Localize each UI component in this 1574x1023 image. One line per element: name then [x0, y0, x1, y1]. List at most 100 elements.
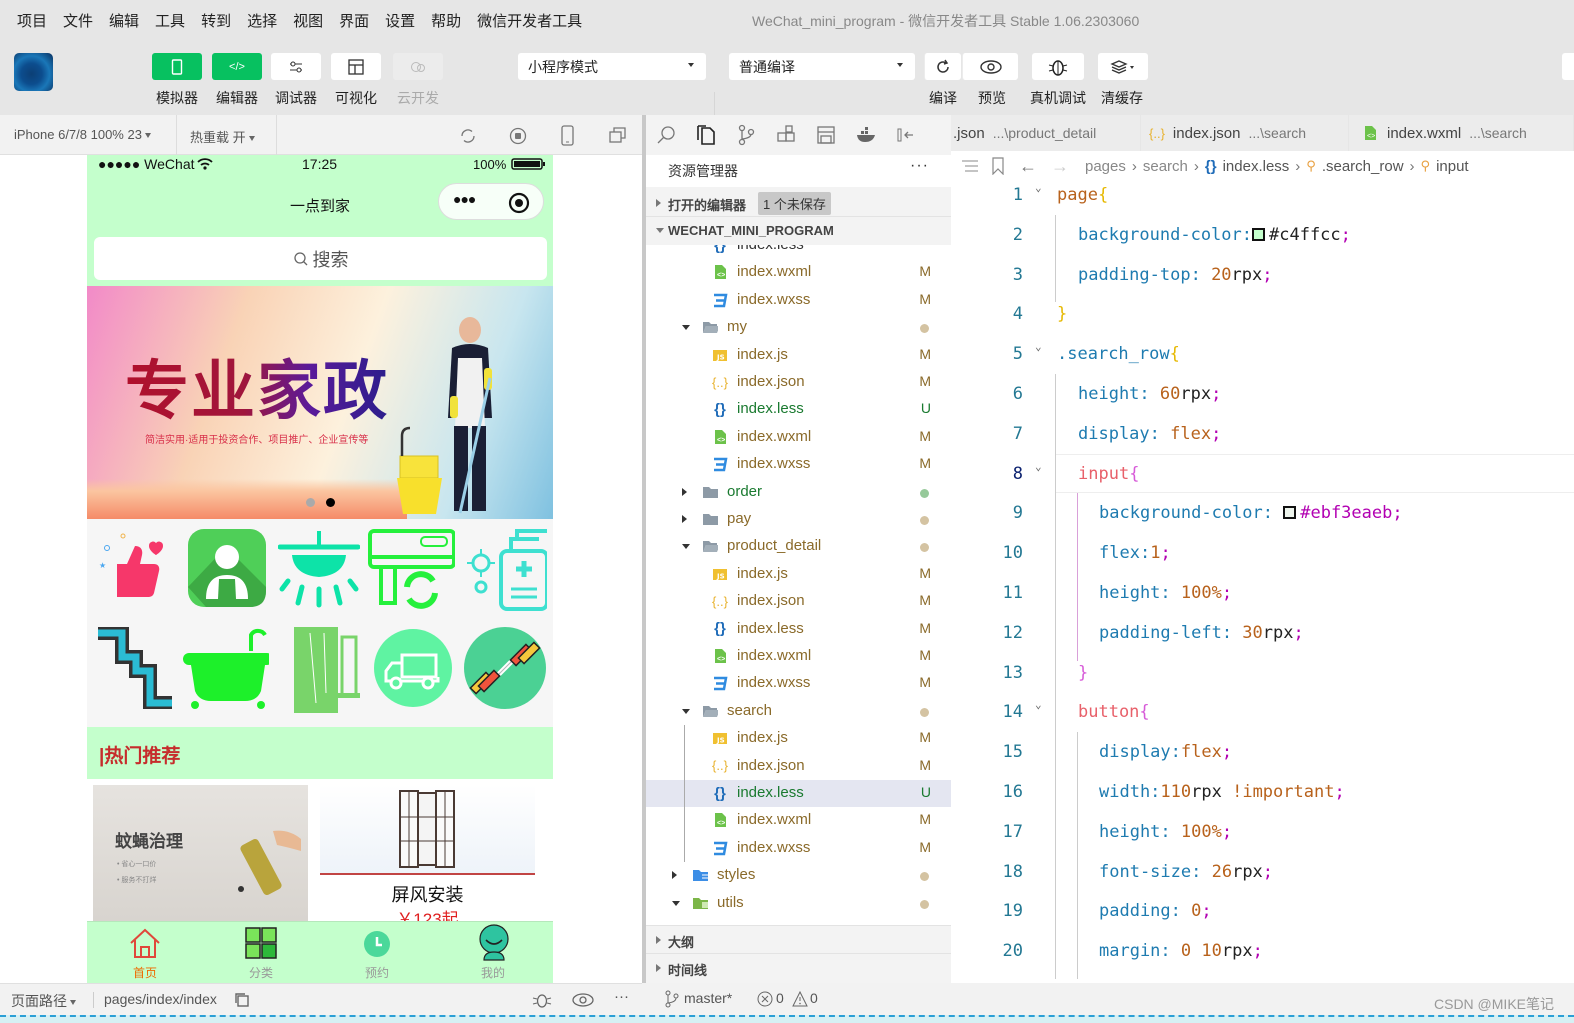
- code-line[interactable]: height: 60rpx;: [1078, 384, 1221, 404]
- tree-file[interactable]: JS index.js M: [646, 342, 951, 369]
- code-line[interactable]: height: 100%;: [1099, 583, 1232, 603]
- category-item[interactable]: [461, 623, 549, 713]
- code-line[interactable]: font-size: 26rpx;: [1099, 862, 1273, 882]
- menu-item[interactable]: 选择: [247, 10, 277, 31]
- menu-item[interactable]: 微信开发者工具: [477, 10, 582, 31]
- storage-tool[interactable]: [806, 125, 846, 145]
- tree-file[interactable]: JS index.js M: [646, 561, 951, 588]
- tree-file[interactable]: {..} index.json M: [646, 369, 951, 396]
- code-line[interactable]: input{: [1078, 464, 1139, 484]
- breadcrumb-item[interactable]: index.less: [1223, 158, 1290, 175]
- preview-button[interactable]: [962, 53, 1018, 80]
- tree-file[interactable]: <> index.wxml M: [646, 643, 951, 670]
- menu-item[interactable]: 工具: [155, 10, 185, 31]
- category-item[interactable]: [183, 523, 271, 613]
- category-item[interactable]: [459, 523, 547, 613]
- tab-mine[interactable]: 我的: [435, 922, 551, 983]
- code-line[interactable]: background-color: #c4ffcc;: [1078, 225, 1351, 245]
- code-line[interactable]: page{: [1057, 185, 1108, 205]
- tree-file[interactable]: JS index.js M: [646, 725, 951, 752]
- category-item[interactable]: ★: [91, 523, 179, 613]
- timeline-section[interactable]: 时间线: [646, 953, 951, 981]
- menu-item[interactable]: 视图: [293, 10, 323, 31]
- outline-section[interactable]: 大纲: [646, 925, 951, 953]
- menu-item[interactable]: 帮助: [431, 10, 461, 31]
- more-icon[interactable]: ···: [910, 157, 929, 175]
- code-line[interactable]: background-color: #ebf3eaeb;: [1099, 503, 1403, 523]
- remote-debug-button[interactable]: [1032, 53, 1084, 80]
- swiper-dot[interactable]: [306, 498, 315, 507]
- tree-folder[interactable]: my: [646, 314, 951, 341]
- caret-right-icon[interactable]: [682, 487, 687, 496]
- clear-cache-button[interactable]: [1098, 53, 1148, 80]
- tree-file[interactable]: index.wxss M: [646, 670, 951, 697]
- code-line[interactable]: }: [1057, 304, 1067, 324]
- tree-file[interactable]: <> index.wxml M: [646, 807, 951, 834]
- stop-icon[interactable]: [508, 126, 528, 146]
- docker-tool[interactable]: [846, 126, 886, 144]
- rotate-icon[interactable]: [458, 126, 478, 146]
- eye-icon[interactable]: [572, 993, 594, 1007]
- color-swatch[interactable]: [1252, 227, 1265, 241]
- tab-home[interactable]: 首页: [87, 922, 203, 983]
- tree-folder[interactable]: order: [646, 479, 951, 506]
- breadcrumb-item[interactable]: .search_row: [1322, 158, 1404, 175]
- banner-swiper[interactable]: 专业家政 简洁实用·适用于投资合作、项目推广、企业宣传等: [87, 286, 553, 519]
- caret-down-icon[interactable]: [682, 325, 690, 331]
- copy-icon[interactable]: [234, 992, 250, 1008]
- tree-file[interactable]: index.wxss M: [646, 451, 951, 478]
- phone-frame-icon[interactable]: [560, 125, 576, 147]
- code-line[interactable]: button{: [1078, 702, 1150, 722]
- tree-file[interactable]: {..} index.json M: [646, 588, 951, 615]
- list-icon[interactable]: [961, 159, 979, 173]
- files-tool[interactable]: [686, 124, 726, 146]
- code-line[interactable]: display:flex;: [1099, 742, 1232, 762]
- back-icon[interactable]: ←: [1019, 156, 1037, 177]
- caret-down-icon[interactable]: [672, 900, 680, 906]
- search-tool[interactable]: [646, 125, 686, 145]
- category-item[interactable]: [91, 623, 179, 713]
- project-section[interactable]: WECHAT_MINI_PROGRAM: [646, 217, 951, 245]
- editor-button[interactable]: </>: [212, 53, 262, 80]
- code-line[interactable]: padding-top: 20rpx;: [1078, 265, 1273, 285]
- category-item[interactable]: [281, 623, 369, 713]
- code-line[interactable]: .search_row{: [1057, 344, 1180, 364]
- breadcrumb-item[interactable]: search: [1143, 158, 1188, 175]
- tab-category[interactable]: 分类: [203, 922, 319, 983]
- tree-file[interactable]: index.wxss M: [646, 835, 951, 862]
- hot-reload-toggle[interactable]: 热重载 开: [190, 127, 255, 146]
- source-control-tool[interactable]: [726, 124, 766, 146]
- menu-item[interactable]: 文件: [63, 10, 93, 31]
- forward-icon[interactable]: →: [1051, 156, 1069, 177]
- tree-folder[interactable]: search: [646, 698, 951, 725]
- mode-select[interactable]: 小程序模式: [518, 53, 706, 80]
- tree-file[interactable]: index.wxss M: [646, 287, 951, 314]
- tree-folder[interactable]: styles: [646, 862, 951, 889]
- compile-select[interactable]: 普通编译: [729, 53, 915, 80]
- editor-tab[interactable]: .json ...\product_detail: [951, 115, 1141, 151]
- compile-button[interactable]: [924, 53, 961, 80]
- tab-booking[interactable]: 预约: [319, 922, 435, 983]
- color-swatch[interactable]: [1283, 506, 1297, 520]
- menu-item[interactable]: 界面: [339, 10, 369, 31]
- caret-right-icon[interactable]: [682, 515, 687, 523]
- fold-chevron-icon[interactable]: ⌄: [1035, 460, 1042, 473]
- code-line[interactable]: display: flex;: [1078, 424, 1221, 444]
- tree-file[interactable]: {} index.less U: [646, 396, 951, 423]
- tree-folder[interactable]: utils: [646, 890, 951, 917]
- breadcrumb-item[interactable]: input: [1436, 158, 1469, 175]
- tree-file[interactable]: <> index.wxml M: [646, 259, 951, 286]
- menu-item[interactable]: 设置: [385, 10, 415, 31]
- page-path-select[interactable]: 页面路径: [11, 991, 76, 1011]
- visual-button[interactable]: [331, 53, 381, 80]
- swiper-dot-active[interactable]: [326, 498, 335, 507]
- category-item[interactable]: [275, 523, 363, 613]
- menu-item[interactable]: 编辑: [109, 10, 139, 31]
- open-editors-section[interactable]: 打开的编辑器 1 个未保存: [646, 189, 951, 217]
- code-editor[interactable]: 1 ⌄ page{2 background-color: #c4ffcc; 3 paddin…: [951, 181, 1574, 983]
- code-line[interactable]: padding-left: 30rpx;: [1099, 623, 1304, 643]
- editor-tab[interactable]: {..} index.json ...\search: [1141, 115, 1349, 151]
- editor-tab[interactable]: <> index.wxml ...\search: [1349, 115, 1574, 151]
- fold-chevron-icon[interactable]: ⌄: [1035, 340, 1042, 353]
- close-miniprogram-icon[interactable]: [508, 192, 530, 214]
